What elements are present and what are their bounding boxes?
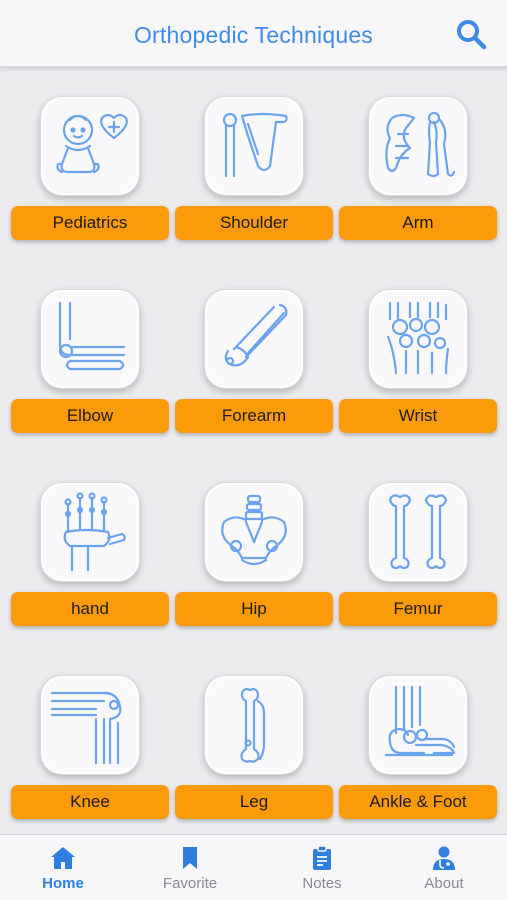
category-arm[interactable]: Arm: [339, 96, 497, 256]
category-label[interactable]: Wrist: [339, 399, 497, 433]
tab-home[interactable]: Home: [0, 835, 126, 900]
category-label[interactable]: Elbow: [11, 399, 169, 433]
bottom-tab-bar: Home Favorite Notes About: [0, 834, 507, 900]
category-label[interactable]: Pediatrics: [11, 206, 169, 240]
category-label[interactable]: Forearm: [175, 399, 333, 433]
hand-bone-icon: [63, 492, 126, 572]
category-grid: Pediatrics Shoulder Arm Elbow Forearm Wr…: [0, 70, 507, 834]
category-ankle-foot[interactable]: Ankle & Foot: [339, 675, 497, 835]
category-tile[interactable]: [204, 482, 304, 582]
category-leg[interactable]: Leg: [175, 675, 333, 835]
search-icon[interactable]: [455, 18, 487, 50]
tab-label: Favorite: [162, 875, 218, 892]
femur-icon: [388, 494, 448, 570]
category-tile[interactable]: [40, 675, 140, 775]
category-label[interactable]: hand: [11, 592, 169, 626]
page-title: Orthopedic Techniques: [133, 22, 374, 48]
category-label[interactable]: Leg: [175, 785, 333, 819]
baby-icon: [56, 113, 128, 174]
tab-notes[interactable]: Notes: [259, 835, 385, 900]
category-label[interactable]: Shoulder: [175, 206, 333, 240]
tab-label: Home: [42, 875, 84, 892]
forearm-bone-icon: [224, 303, 288, 367]
bookmark-icon: [183, 847, 197, 869]
clipboard-icon: [313, 845, 331, 870]
category-label[interactable]: Ankle & Foot: [339, 785, 497, 819]
home-icon: [51, 847, 75, 869]
category-label[interactable]: Hip: [175, 592, 333, 626]
category-hand[interactable]: hand: [11, 482, 169, 642]
knee-bone-icon: [50, 691, 122, 765]
category-wrist[interactable]: Wrist: [339, 289, 497, 449]
category-forearm[interactable]: Forearm: [175, 289, 333, 449]
shoulder-bone-icon: [222, 112, 288, 178]
category-label[interactable]: Arm: [339, 206, 497, 240]
tab-label: Notes: [302, 875, 342, 892]
tab-label: About: [424, 875, 464, 892]
category-tile[interactable]: [368, 675, 468, 775]
arm-bone-icon: [385, 111, 456, 178]
category-tile[interactable]: [40, 289, 140, 389]
doctor-icon: [433, 846, 455, 870]
category-tile[interactable]: [368, 482, 468, 582]
category-tile[interactable]: [204, 96, 304, 196]
category-pediatrics[interactable]: Pediatrics: [11, 96, 169, 256]
pelvis-icon: [221, 494, 287, 566]
elbow-bone-icon: [58, 301, 126, 371]
leg-bone-icon: [240, 687, 266, 763]
category-tile[interactable]: [368, 289, 468, 389]
category-knee[interactable]: Knee: [11, 675, 169, 835]
tab-favorite[interactable]: Favorite: [127, 835, 253, 900]
category-elbow[interactable]: Elbow: [11, 289, 169, 449]
app-header: Orthopedic Techniques: [0, 0, 507, 68]
category-tile[interactable]: [40, 96, 140, 196]
category-hip[interactable]: Hip: [175, 482, 333, 642]
category-label[interactable]: Knee: [11, 785, 169, 819]
category-shoulder[interactable]: Shoulder: [175, 96, 333, 256]
category-tile[interactable]: [204, 289, 304, 389]
category-tile[interactable]: [204, 675, 304, 775]
foot-bone-icon: [384, 685, 456, 757]
tab-about[interactable]: About: [381, 835, 507, 900]
category-femur[interactable]: Femur: [339, 482, 497, 642]
category-tile[interactable]: [40, 482, 140, 582]
category-label[interactable]: Femur: [339, 592, 497, 626]
category-tile[interactable]: [368, 96, 468, 196]
wrist-bone-icon: [386, 301, 450, 375]
